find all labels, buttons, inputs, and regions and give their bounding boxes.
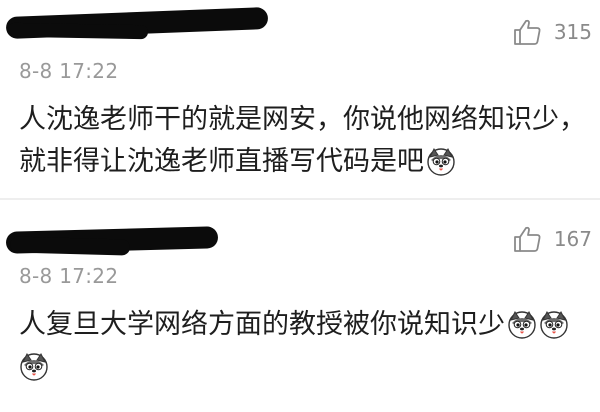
like-button[interactable]: 167 <box>512 224 592 254</box>
comment-item: 315 8-8 17:22 人沈逸老师干的就是网安，你说他网络知识少， 就非得让… <box>0 0 600 198</box>
husky-emoji-icon <box>426 146 456 176</box>
comment-timestamp: 8-8 17:22 <box>19 59 119 83</box>
comment-text: 人沈逸老师干的就是网安，你说他网络知识少， 就非得让沈逸老师直播写代码是吧 <box>19 99 590 183</box>
comment-text-line: 就非得让沈逸老师直播写代码是吧 <box>19 141 590 183</box>
husky-emoji-icon <box>19 351 49 381</box>
comment-text-fragment: 人复旦大学网络方面的教授被你说知识少 <box>19 309 505 340</box>
thumbs-up-icon <box>513 19 541 45</box>
comment-timestamp: 8-8 17:22 <box>19 264 119 288</box>
like-button[interactable]: 315 <box>512 17 592 47</box>
comment-text-fragment: 就非得让沈逸老师直播写代码是吧 <box>19 146 424 177</box>
comment-text: 人复旦大学网络方面的教授被你说知识少 <box>19 304 590 388</box>
redacted-username <box>9 236 131 256</box>
comment-text-line <box>19 346 590 388</box>
thumbs-up-icon <box>513 226 541 252</box>
like-count: 167 <box>553 227 592 251</box>
comment-text-line: 人沈逸老师干的就是网安，你说他网络知识少， <box>19 104 586 135</box>
redacted-username <box>7 22 149 40</box>
comment-item: 167 8-8 17:22 人复旦大学网络方面的教授被你说知识少 <box>0 200 600 412</box>
comment-text-line: 人复旦大学网络方面的教授被你说知识少 <box>19 304 590 346</box>
like-count: 315 <box>553 20 592 44</box>
husky-emoji-icon <box>539 309 569 339</box>
husky-emoji-icon <box>507 309 537 339</box>
